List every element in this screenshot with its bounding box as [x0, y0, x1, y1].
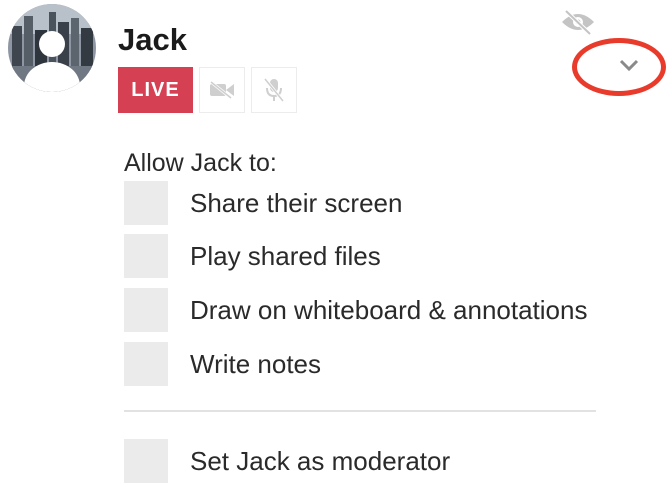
permission-label: Write notes	[190, 348, 322, 379]
microphone-off-icon	[264, 78, 284, 102]
permission-label: Draw on whiteboard & annotations	[190, 294, 588, 325]
status-row: LIVE	[118, 67, 297, 113]
camera-status-button[interactable]	[199, 67, 245, 113]
avatar-image	[8, 4, 96, 92]
hide-participant-button[interactable]	[560, 8, 596, 36]
permission-whiteboard[interactable]: Draw on whiteboard & annotations	[124, 288, 587, 332]
permissions-heading: Allow Jack to:	[124, 149, 277, 177]
permission-write-notes[interactable]: Write notes	[124, 342, 321, 386]
permission-share-screen[interactable]: Share their screen	[124, 181, 402, 225]
permission-play-files[interactable]: Play shared files	[124, 234, 381, 278]
write-notes-checkbox[interactable]	[124, 342, 168, 386]
share-screen-checkbox[interactable]	[124, 181, 168, 225]
microphone-status-button[interactable]	[251, 67, 297, 113]
permission-label: Set Jack as moderator	[190, 445, 451, 476]
live-badge: LIVE	[118, 67, 193, 113]
eye-slash-icon	[562, 9, 594, 36]
permission-label: Share their screen	[190, 187, 403, 218]
permission-moderator[interactable]: Set Jack as moderator	[124, 439, 450, 483]
divider	[124, 410, 596, 412]
user-name: Jack	[118, 22, 187, 57]
whiteboard-checkbox[interactable]	[124, 288, 168, 332]
camera-off-icon	[210, 81, 234, 99]
user-avatar	[8, 4, 96, 92]
moderator-checkbox[interactable]	[124, 439, 168, 483]
play-files-checkbox[interactable]	[124, 234, 168, 278]
permission-label: Play shared files	[190, 240, 381, 271]
chevron-down-icon	[619, 59, 639, 72]
